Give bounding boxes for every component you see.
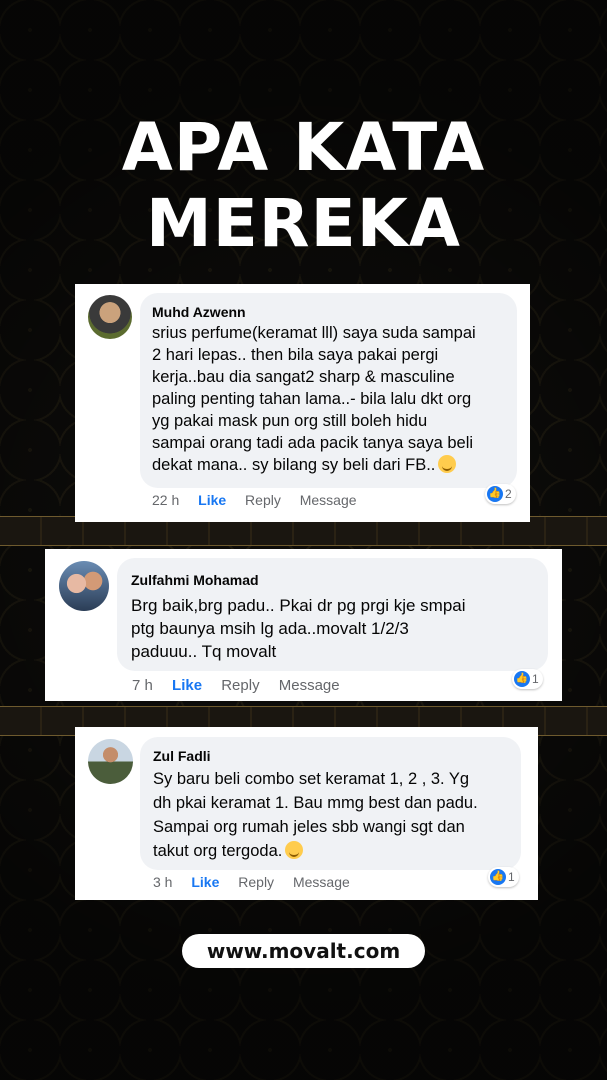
comment-text: Brg baik,brg padu.. Pkai dr pg prgi kje … bbox=[131, 594, 466, 663]
comment-line: srius perfume(keramat lll) saya suda sam… bbox=[152, 324, 476, 342]
reaction-summary[interactable]: 👍 1 bbox=[488, 867, 519, 887]
comment-time[interactable]: 22 h bbox=[152, 492, 179, 508]
comment-actions: 3 h Like Reply Message bbox=[153, 874, 365, 890]
reaction-count: 1 bbox=[532, 672, 539, 686]
headline-line-1: APA KATA bbox=[121, 109, 486, 186]
avatar[interactable] bbox=[88, 295, 132, 339]
reply-button[interactable]: Reply bbox=[221, 677, 259, 694]
message-button[interactable]: Message bbox=[279, 677, 340, 694]
comment-line: kerja..bau dia sangat2 sharp & masculine bbox=[152, 368, 455, 386]
comment-line: dekat mana.. sy bilang sy beli dari FB.. bbox=[152, 454, 476, 476]
reaction-summary[interactable]: 👍 1 bbox=[512, 669, 543, 689]
comment-line: yg pakai mask pun org still boleh hidu bbox=[152, 412, 428, 430]
message-button[interactable]: Message bbox=[293, 874, 350, 890]
comment-card: Zul Fadli Sy baru beli combo set keramat… bbox=[75, 727, 538, 900]
comment-line: ptg baunya msih lg ada..movalt 1/2/3 bbox=[131, 619, 409, 638]
comment-line: Brg baik,brg padu.. Pkai dr pg prgi kje … bbox=[131, 596, 466, 615]
like-button[interactable]: Like bbox=[172, 677, 202, 694]
comment-line-text: takut org tergoda. bbox=[153, 842, 283, 860]
commenter-name[interactable]: Muhd Azwenn bbox=[152, 304, 246, 320]
commenter-name[interactable]: Zul Fadli bbox=[153, 748, 211, 764]
comment-line: Sampai org rumah jeles sbb wangi sgt dan bbox=[153, 818, 465, 836]
comment-actions: 7 h Like Reply Message bbox=[132, 677, 355, 694]
comment-line: paling penting tahan lama..- bila lalu d… bbox=[152, 390, 472, 408]
comment-line: sampai orang tadi ada pacik tanya saya b… bbox=[152, 434, 474, 452]
comment-time[interactable]: 7 h bbox=[132, 677, 153, 694]
thumbs-up-icon: 👍 bbox=[487, 486, 503, 502]
like-button[interactable]: Like bbox=[198, 492, 226, 508]
comment-line-text: dekat mana.. sy bilang sy beli dari FB.. bbox=[152, 456, 436, 474]
thumbs-up-icon: 👍 bbox=[490, 869, 506, 885]
headline-line-2: MEREKA bbox=[146, 185, 461, 262]
headline: APA KATA MEREKA bbox=[0, 110, 607, 262]
comment-text: Sy baru beli combo set keramat 1, 2 , 3.… bbox=[153, 767, 478, 863]
laughing-face-icon bbox=[285, 841, 304, 859]
comment-line: paduuu.. Tq movalt bbox=[131, 642, 277, 661]
smiling-face-icon bbox=[438, 455, 457, 473]
website-link[interactable]: www.movalt.com bbox=[182, 934, 425, 968]
comment-line: 2 hari lepas.. then bila saya pakai perg… bbox=[152, 346, 439, 364]
message-button[interactable]: Message bbox=[300, 492, 357, 508]
avatar[interactable] bbox=[88, 739, 133, 784]
reaction-count: 1 bbox=[508, 870, 515, 884]
reaction-count: 2 bbox=[505, 487, 512, 501]
reply-button[interactable]: Reply bbox=[238, 874, 274, 890]
reply-button[interactable]: Reply bbox=[245, 492, 281, 508]
reaction-summary[interactable]: 👍 2 bbox=[485, 484, 516, 504]
comment-card: Muhd Azwenn srius perfume(keramat lll) s… bbox=[75, 284, 530, 522]
avatar[interactable] bbox=[59, 561, 109, 611]
comment-time[interactable]: 3 h bbox=[153, 874, 172, 890]
thumbs-up-icon: 👍 bbox=[514, 671, 530, 687]
commenter-name[interactable]: Zulfahmi Mohamad bbox=[131, 572, 259, 588]
comment-text: srius perfume(keramat lll) saya suda sam… bbox=[152, 322, 476, 476]
comment-line: Sy baru beli combo set keramat 1, 2 , 3.… bbox=[153, 770, 470, 788]
comment-line: takut org tergoda. bbox=[153, 839, 478, 863]
comment-line: dh pkai keramat 1. Bau mmg best dan padu… bbox=[153, 794, 478, 812]
like-button[interactable]: Like bbox=[191, 874, 219, 890]
comment-actions: 22 h Like Reply Message bbox=[152, 492, 372, 508]
comment-card: Zulfahmi Mohamad Brg baik,brg padu.. Pka… bbox=[45, 549, 562, 701]
